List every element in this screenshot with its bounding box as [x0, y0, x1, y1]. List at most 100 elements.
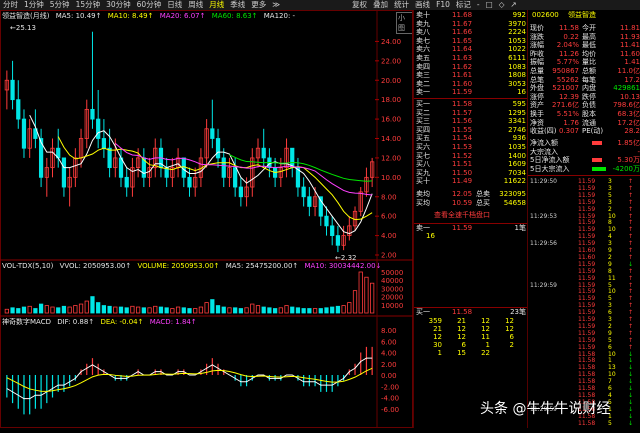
tool-button-8[interactable]: ◇ [496, 0, 508, 10]
macd-y-label-3: 2.00 [381, 361, 397, 369]
quote-key: 振幅 [530, 58, 544, 67]
period-tab-9[interactable]: 季线 [227, 0, 248, 10]
tick-divider [528, 175, 640, 176]
y-tick-label-10: 4.00 [381, 232, 397, 240]
period-tab-11[interactable]: ≫ [269, 0, 283, 10]
volume-bar-9 [56, 307, 61, 314]
quote-key: 内盘 [582, 84, 596, 93]
bid-row-8[interactable]: 买九 11.50 7034 [414, 169, 528, 178]
ob-price: 11.65 [452, 36, 473, 45]
bid-row-1[interactable]: 买二 11.57 1295 [414, 109, 528, 118]
bid-row-4[interactable]: 买五 11.54 936 [414, 134, 528, 143]
ob-price: 11.68 [452, 11, 473, 19]
bid-row-5[interactable]: 买六 11.53 1035 [414, 143, 528, 152]
bid-row-0[interactable]: 买一 11.58 595 [414, 100, 528, 109]
tool-button-9[interactable]: ↗ [508, 0, 520, 10]
avg-price: 12.05 [452, 190, 473, 198]
tool-button-1[interactable]: 叠加 [370, 0, 391, 10]
quote-key: 每笔 [582, 75, 596, 84]
ask-row-5[interactable]: 卖五 11.63 6111 [414, 54, 528, 63]
quote-row-4: 振幅 5.77% 量比 1.41 [528, 58, 640, 67]
tool-button-5[interactable]: 标记 [453, 0, 474, 10]
tool-button-4[interactable]: F10 [433, 0, 453, 10]
quote-value: 271.6亿 [551, 101, 579, 110]
volume-bar-39 [227, 307, 232, 314]
vol-y-label-3: 20000 [381, 294, 403, 302]
candle-body-32 [187, 176, 192, 188]
bid-queue-cell: 12 [433, 333, 442, 341]
ask-row-8[interactable]: 卖二 11.60 3053 [414, 80, 528, 89]
y-tick-label-7: 10.00 [381, 174, 401, 182]
quote-row-1: 涨跌 0.22 最高 11.93 [528, 33, 640, 42]
period-tab-6[interactable]: 日线 [164, 0, 185, 10]
tool-button-6[interactable]: - [474, 0, 483, 10]
ask-row-3[interactable]: 卖七 11.65 1053 [414, 37, 528, 46]
ob-label: 卖二 [416, 79, 430, 88]
tool-button-7[interactable]: □ [483, 0, 496, 10]
y-tick-label-11: 2.00 [381, 252, 397, 260]
kline-chart-area[interactable]: 领益智造(月线) MA5: 10.49↑ MA10: 8.49↑ MA20: 6… [0, 10, 413, 428]
full-depth-link[interactable]: 查看全速千档盘口 [434, 210, 490, 220]
volume-bar-37 [215, 305, 221, 314]
bid-row-9[interactable]: 买十 11.49 11622 [414, 177, 528, 186]
vol-indicator-name[interactable]: VOL-TDX(5,10) [2, 262, 53, 270]
volume-bar-25 [147, 307, 152, 314]
ob-label: 买八 [416, 160, 430, 169]
candle-body-41 [238, 186, 243, 198]
ask-row-0[interactable]: 卖十 11.68 992 [414, 11, 528, 20]
tool-button-2[interactable]: 统计 [391, 0, 412, 10]
quote-value: 521007 [552, 84, 579, 93]
candle-body-52 [301, 186, 306, 198]
tool-button-0[interactable]: 复权 [349, 0, 370, 10]
candle-body-57 [330, 225, 335, 236]
period-tab-3[interactable]: 15分钟 [73, 0, 104, 10]
ob-divider [414, 98, 528, 99]
volume-bar-45 [261, 306, 266, 314]
quote-key: 资产 [530, 101, 544, 110]
bid-row-6[interactable]: 买七 11.52 1400 [414, 152, 528, 161]
ask-row-1[interactable]: 卖九 11.67 3970 [414, 20, 528, 29]
period-tab-7[interactable]: 周线 [185, 0, 206, 10]
bid-row-3[interactable]: 买四 11.55 2746 [414, 126, 528, 135]
volume-bar-21 [124, 307, 129, 314]
macd-indicator-name[interactable]: 神奇数字MACD [2, 318, 51, 326]
ob-label: 买十 [416, 177, 430, 186]
period-tab-10[interactable]: 更多 [248, 0, 269, 10]
bid-queue-cell: 21 [433, 325, 442, 333]
volume-bar-12 [73, 305, 78, 314]
period-tab-4[interactable]: 30分钟 [103, 0, 134, 10]
quote-panel: 002600 领益智造 现价 11.58 今开 11.81 涨跌 0.22 最高 11.93 涨幅 2… [527, 10, 640, 428]
volume-bar-1 [10, 307, 15, 314]
candle-body-10 [61, 157, 67, 188]
volume-bar-49 [284, 305, 289, 314]
volume-bar-24 [141, 307, 146, 314]
volume-bar-34 [198, 306, 204, 314]
quote-row-0: 现价 11.58 今开 11.81 [528, 24, 640, 33]
period-tab-5[interactable]: 60分钟 [134, 0, 165, 10]
tool-button-3[interactable]: 画线 [412, 0, 433, 10]
period-tab-0[interactable]: 分时 [0, 0, 21, 10]
y-tick-label-2: 20.00 [381, 77, 401, 85]
vvol-label: VVOL: 2050953.00↑ [59, 262, 132, 270]
volume-bar-38 [221, 306, 226, 314]
period-tab-2[interactable]: 5分钟 [47, 0, 73, 10]
bid-queue-cell: 12 [481, 325, 490, 333]
period-tab-1[interactable]: 1分钟 [21, 0, 47, 10]
quote-key: 总笔 [530, 75, 544, 84]
period-tab-8[interactable]: 月线 [206, 0, 227, 10]
aq-price: 11.59 [452, 224, 473, 232]
volume-bar-17 [101, 305, 106, 314]
ask-row-2[interactable]: 卖八 11.66 2224 [414, 28, 528, 37]
bid-row-7[interactable]: 买八 11.51 1609 [414, 160, 528, 169]
volume-legend: VOL-TDX(5,10) VVOL: 2050953.00↑ VOLUME: … [2, 262, 385, 271]
ask-row-9[interactable]: 卖一 11.59 16 [414, 88, 528, 97]
ob-volume: 2224 [508, 28, 526, 37]
bid-row-2[interactable]: 买三 11.56 3341 [414, 117, 528, 126]
flow-key: 5日大宗流入 [530, 164, 570, 173]
ask-row-4[interactable]: 卖六 11.64 1022 [414, 45, 528, 54]
quote-value: 0.307 [558, 127, 579, 136]
volume-bar-16 [96, 302, 101, 314]
volume-bar-55 [318, 308, 323, 314]
ask-row-6[interactable]: 卖四 11.62 1083 [414, 63, 528, 72]
ask-row-7[interactable]: 卖三 11.61 1808 [414, 71, 528, 80]
